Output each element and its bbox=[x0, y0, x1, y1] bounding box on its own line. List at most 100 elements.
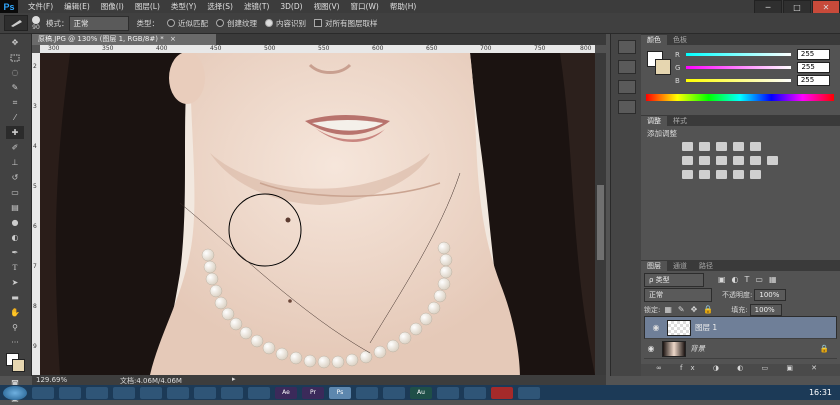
type-option-proximity[interactable]: 近似匹配 bbox=[167, 18, 208, 29]
layers-footer-icons[interactable]: ∞ fx ◑ ◐ ▭ ▣ ✕ bbox=[641, 364, 840, 376]
status-arrow-icon[interactable]: ▸ bbox=[232, 375, 236, 383]
channel-g-slider[interactable] bbox=[686, 66, 792, 69]
menu-window[interactable]: 窗口(W) bbox=[351, 1, 379, 12]
visibility-eye-icon[interactable]: ◉ bbox=[644, 344, 658, 353]
type-option-content-aware[interactable]: 内容识别 bbox=[265, 18, 306, 29]
vertical-scrollbar-thumb[interactable] bbox=[597, 185, 604, 260]
photo-filter-icon[interactable] bbox=[733, 156, 744, 165]
taskbar-app[interactable] bbox=[167, 386, 189, 399]
type-option-texture[interactable]: 创建纹理 bbox=[216, 18, 257, 29]
document-canvas[interactable] bbox=[40, 53, 595, 375]
zoom-tool-icon[interactable]: ⚲ bbox=[6, 321, 24, 334]
tab-color[interactable]: 颜色 bbox=[641, 35, 667, 45]
bg-color-swatch[interactable] bbox=[655, 59, 671, 75]
menu-view[interactable]: 视图(V) bbox=[314, 1, 340, 12]
taskbar-app[interactable] bbox=[86, 386, 108, 399]
eyedropper-tool-icon[interactable]: ⁄ bbox=[6, 111, 24, 124]
taskbar-app[interactable] bbox=[221, 386, 243, 399]
layer-row-layer1[interactable]: ◉ 图层 1 bbox=[644, 316, 837, 339]
tab-layers[interactable]: 图层 bbox=[641, 261, 667, 271]
channel-b-slider[interactable] bbox=[685, 79, 791, 82]
quick-select-tool-icon[interactable]: ✎ bbox=[6, 81, 24, 94]
more-tools-icon[interactable]: ··· bbox=[6, 336, 24, 349]
channel-r-slider[interactable] bbox=[685, 53, 791, 56]
taskbar-app[interactable] bbox=[518, 386, 540, 399]
color-lookup-icon[interactable] bbox=[767, 156, 778, 165]
hue-saturation-icon[interactable] bbox=[682, 156, 693, 165]
curves-icon[interactable] bbox=[716, 142, 727, 151]
zoom-level[interactable]: 129.69% bbox=[36, 376, 67, 384]
spot-healing-brush-icon[interactable] bbox=[4, 15, 28, 31]
document-tab[interactable]: 原稿.JPG @ 130% (图层 1, RGB/8#) * × bbox=[32, 34, 216, 45]
posterize-icon[interactable] bbox=[699, 170, 710, 179]
blend-mode-select[interactable]: 正常 bbox=[644, 287, 712, 302]
actions-panel-icon[interactable] bbox=[618, 60, 636, 74]
path-select-tool-icon[interactable]: ➤ bbox=[6, 276, 24, 289]
tab-paths[interactable]: 路径 bbox=[693, 261, 719, 271]
levels-icon[interactable] bbox=[699, 142, 710, 151]
menu-3d[interactable]: 3D(D) bbox=[280, 2, 302, 11]
menu-edit[interactable]: 编辑(E) bbox=[64, 1, 90, 12]
taskbar-app[interactable] bbox=[464, 386, 486, 399]
brush-tool-icon[interactable]: ✐ bbox=[6, 141, 24, 154]
brightness-icon[interactable] bbox=[682, 142, 693, 151]
type-tool-icon[interactable]: T bbox=[6, 261, 24, 274]
clone-stamp-tool-icon[interactable]: ⊥ bbox=[6, 156, 24, 169]
blur-tool-icon[interactable]: ● bbox=[6, 216, 24, 229]
dodge-tool-icon[interactable]: ◐ bbox=[6, 231, 24, 244]
layer-row-background[interactable]: ◉ 背景 🔒 bbox=[644, 339, 837, 359]
tab-swatches[interactable]: 色板 bbox=[667, 35, 693, 45]
menu-filter[interactable]: 滤镜(T) bbox=[244, 1, 269, 12]
close-button[interactable]: ✕ bbox=[812, 0, 840, 14]
taskbar-app-au[interactable]: Au bbox=[410, 386, 432, 399]
taskbar-app[interactable] bbox=[59, 386, 81, 399]
menu-file[interactable]: 文件(F) bbox=[28, 1, 53, 12]
taskbar-app[interactable] bbox=[437, 386, 459, 399]
properties-panel-icon[interactable] bbox=[618, 80, 636, 94]
menu-type[interactable]: 类型(Y) bbox=[171, 1, 196, 12]
restore-button[interactable]: □ bbox=[783, 0, 811, 14]
tab-adjustments[interactable]: 调整 bbox=[641, 116, 667, 126]
taskbar-app[interactable] bbox=[248, 386, 270, 399]
channel-r-value[interactable]: 255 bbox=[796, 49, 830, 60]
taskbar-app[interactable] bbox=[32, 386, 54, 399]
history-panel-icon[interactable] bbox=[618, 40, 636, 54]
sample-all-layers-checkbox[interactable]: 对所有图层取样 bbox=[314, 18, 378, 29]
taskbar-app-ps[interactable]: Ps bbox=[329, 386, 351, 399]
taskbar-app[interactable] bbox=[140, 386, 162, 399]
info-panel-icon[interactable] bbox=[618, 100, 636, 114]
gradient-map-icon[interactable] bbox=[733, 170, 744, 179]
mode-select[interactable]: 正常 bbox=[68, 15, 129, 31]
visibility-eye-icon[interactable]: ◉ bbox=[649, 323, 663, 332]
document-close-icon[interactable]: × bbox=[170, 35, 176, 43]
minimize-button[interactable]: ─ bbox=[754, 0, 782, 14]
hand-tool-icon[interactable]: ✋ bbox=[6, 306, 24, 319]
invert-icon[interactable] bbox=[682, 170, 693, 179]
taskbar-app[interactable] bbox=[113, 386, 135, 399]
gradient-tool-icon[interactable]: ▤ bbox=[6, 201, 24, 214]
tab-styles[interactable]: 样式 bbox=[667, 116, 693, 126]
background-color-swatch[interactable] bbox=[12, 359, 25, 372]
taskbar-app[interactable] bbox=[491, 386, 513, 399]
selective-color-icon[interactable] bbox=[750, 170, 761, 179]
tab-channels[interactable]: 通道 bbox=[667, 261, 693, 271]
crop-tool-icon[interactable]: ⌗ bbox=[6, 96, 24, 109]
menu-layer[interactable]: 图层(L) bbox=[135, 1, 160, 12]
color-spectrum-bar[interactable] bbox=[646, 94, 834, 101]
channel-mixer-icon[interactable] bbox=[750, 156, 761, 165]
marquee-tool-icon[interactable] bbox=[6, 51, 24, 64]
eraser-tool-icon[interactable]: ▭ bbox=[6, 186, 24, 199]
layer-filter-select[interactable]: ρ 类型 bbox=[644, 272, 704, 287]
color-balance-icon[interactable] bbox=[699, 156, 710, 165]
menu-select[interactable]: 选择(S) bbox=[207, 1, 233, 12]
exposure-icon[interactable] bbox=[733, 142, 744, 151]
taskbar-app-ae[interactable]: Ae bbox=[275, 386, 297, 399]
channel-g-value[interactable]: 255 bbox=[797, 62, 831, 73]
lock-icons[interactable]: ▦✎✥🔒 bbox=[664, 305, 719, 314]
foreground-background-colors[interactable] bbox=[6, 353, 31, 375]
taskbar-app[interactable] bbox=[383, 386, 405, 399]
lasso-tool-icon[interactable]: ◌ bbox=[6, 66, 24, 79]
brush-picker[interactable]: 90 bbox=[32, 15, 40, 31]
threshold-icon[interactable] bbox=[716, 170, 727, 179]
menu-image[interactable]: 图像(I) bbox=[101, 1, 124, 12]
